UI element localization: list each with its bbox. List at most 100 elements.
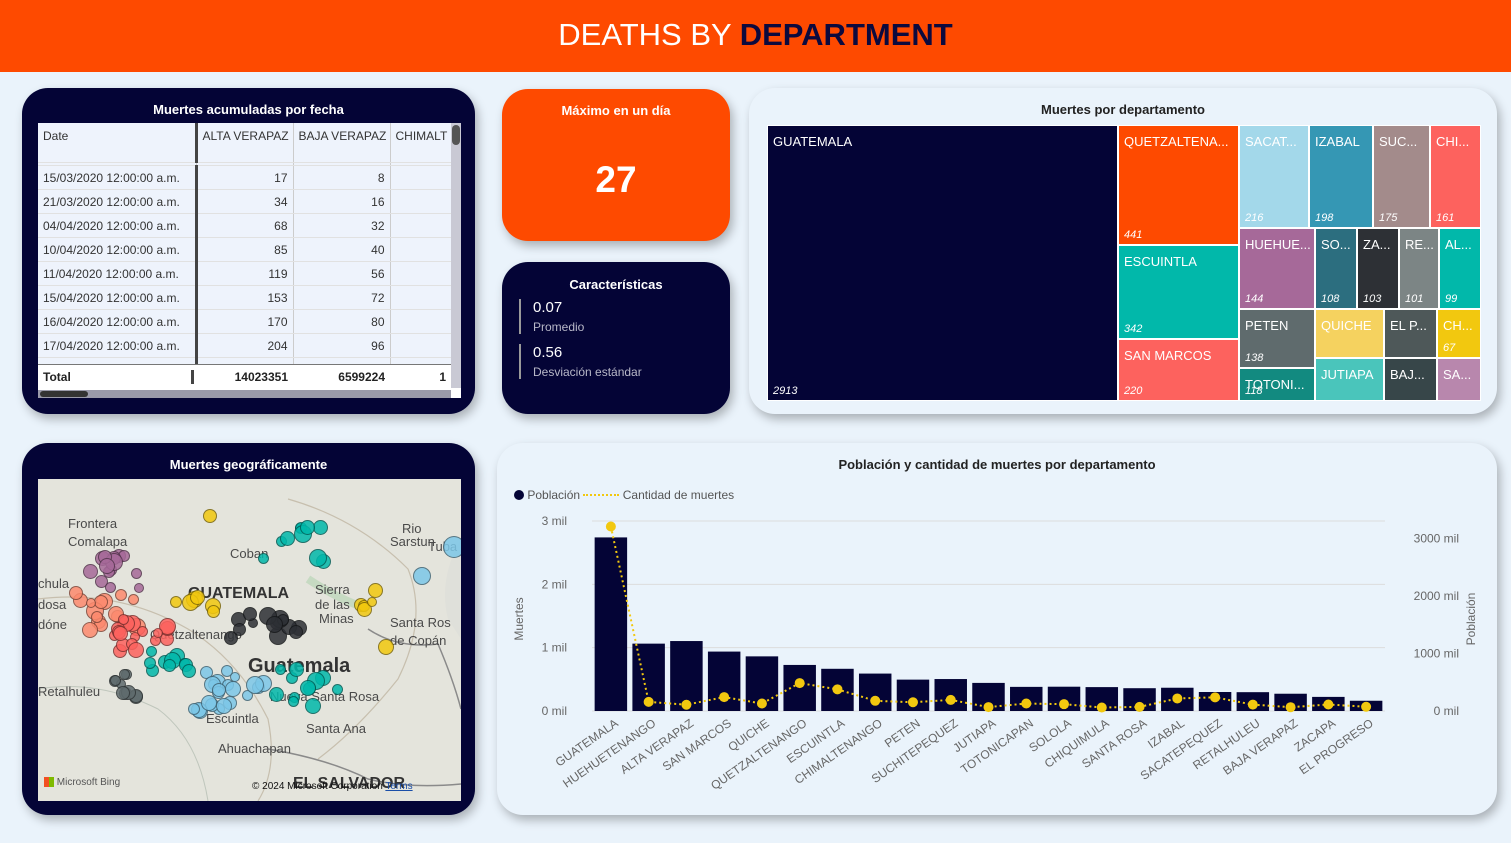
y2-tick-label: 1000 mil [1414,646,1459,660]
treemap-cell[interactable]: EL P... [1384,309,1437,358]
table-vertical-scrollbar[interactable] [451,123,461,388]
y2-tick-label: 3000 mil [1414,531,1459,545]
map-bubble[interactable] [153,628,163,638]
map-bubble[interactable] [212,683,226,697]
treemap-cell[interactable]: ESCUINTLA 342 [1118,245,1239,339]
treemap-cell[interactable]: ZA... 103 [1357,228,1399,309]
map-bubble[interactable] [146,646,157,657]
map-bubble[interactable] [378,639,394,655]
map-bubble[interactable] [190,590,205,605]
treemap-cell[interactable]: JUTIAPA [1315,358,1384,401]
map-bubble[interactable] [128,594,139,605]
map-bubble[interactable] [119,669,130,680]
treemap-cell[interactable]: CHI... 161 [1430,125,1481,228]
map-bubble[interactable] [246,676,264,694]
treemap-cell[interactable]: TOTONI... 118 [1239,368,1315,401]
map-bubble[interactable] [280,531,295,546]
map-bubble[interactable] [275,664,286,675]
map-bubble[interactable] [258,553,269,564]
map-bubble[interactable] [163,659,176,672]
treemap-cell[interactable]: PETEN 138 [1239,309,1315,368]
table-horizontal-scrollbar[interactable] [38,390,451,398]
map-bubble[interactable] [137,626,148,637]
deaths-point [1361,701,1372,712]
table-horizontal-scroll-thumb[interactable] [40,391,88,397]
map-bubble[interactable] [413,567,431,585]
map-bubble[interactable] [289,662,304,677]
map-bubble[interactable] [332,684,343,695]
map-bubble[interactable] [309,549,327,567]
treemap-cell[interactable]: SAN MARCOS 220 [1118,339,1239,401]
map-bubble[interactable] [225,681,241,697]
table-header-row: Date ALTA VERAPAZ BAJA VERAPAZ CHIMALT [38,123,461,163]
map-bubble[interactable] [313,520,328,535]
stat-stddev: 0.56 Desviación estándar [519,344,723,379]
treemap-cell[interactable]: SA... [1437,358,1481,401]
treemap-cell[interactable]: QUICHE [1315,309,1384,358]
map-bubble[interactable] [188,703,200,715]
table-vertical-scroll-thumb[interactable] [452,125,460,145]
map-bubble[interactable] [128,642,144,658]
map-bubble[interactable] [83,564,98,579]
map-bubble[interactable] [289,625,303,639]
map-bubble[interactable] [201,695,217,711]
map-bubble[interactable] [94,595,108,609]
map-bubble[interactable] [170,596,182,608]
y-tick-label: 3 mil [542,514,567,528]
map-bubble[interactable] [443,536,461,558]
map-bubble[interactable] [266,616,283,633]
column-header[interactable]: Date [38,123,198,163]
column-header[interactable]: BAJA VERAPAZ [293,123,391,163]
map-bubble[interactable] [118,614,129,625]
bing-map[interactable]: Frontera Comalapa Coban GUATEMALA Sierra de l… [38,479,461,801]
map-bubble[interactable] [216,698,232,714]
treemap-cell[interactable]: GUATEMALA 2913 [767,125,1118,401]
treemap-cell[interactable]: SUC... 175 [1373,125,1430,228]
map-bubble[interactable] [115,589,127,601]
table-cell: 40 [293,237,391,262]
treemap-cell[interactable]: QUETZALTENA... 441 [1118,125,1239,245]
terms-link[interactable]: Terms [385,781,412,792]
map-bubble[interactable] [300,520,315,535]
treemap-cell[interactable]: IZABAL 198 [1309,125,1373,228]
deaths-treemap[interactable]: GUATEMALA 2913 QUETZALTENA... 441 SACAT... 21… [767,125,1481,401]
treemap-cell[interactable]: HUEHUE... 144 [1239,228,1315,309]
treemap-cell[interactable]: SACAT... 216 [1239,125,1309,228]
map-bubble[interactable] [300,680,316,696]
map-bubble[interactable] [99,558,115,574]
treemap-cell[interactable]: AL... 99 [1439,228,1481,309]
map-bubble[interactable] [207,605,220,618]
map-bubble[interactable] [305,698,321,714]
deaths-point [719,692,730,703]
map-bubble[interactable] [116,686,130,700]
map-bubble[interactable] [182,664,196,678]
map-bubble[interactable] [134,583,144,593]
treemap-cell[interactable]: RE... 101 [1399,228,1439,309]
treemap-cell[interactable]: CH... 67 [1437,309,1481,358]
map-bubble[interactable] [367,597,377,607]
map-bubble[interactable] [91,611,103,623]
map-bubble[interactable] [131,568,142,579]
treemap-cell[interactable]: BAJ... [1384,358,1437,401]
map-bubble[interactable] [113,626,128,641]
map-bubble[interactable] [82,622,98,638]
map-bubble[interactable] [105,582,116,593]
treemap-cell-label: SA... [1443,367,1472,382]
map-bubble[interactable] [288,696,299,707]
map-bubble[interactable] [203,509,217,523]
treemap-cell[interactable]: SO... 108 [1315,228,1357,309]
map-bubble[interactable] [86,598,96,608]
deaths-point [643,696,654,707]
map-bubble[interactable] [243,607,257,621]
map-bubble[interactable] [69,586,83,600]
map-bubble[interactable] [230,672,240,682]
bing-logo: Microsoft Bing [44,777,120,788]
column-header[interactable]: ALTA VERAPAZ [196,123,294,163]
combo-chart-svg[interactable]: 0 mil 1 mil 2 mil 3 mil 0 mil 1000 mil 2000 mi… [497,443,1497,815]
map-bubble[interactable] [233,623,246,636]
cumulative-deaths-table[interactable]: Date ALTA VERAPAZ BAJA VERAPAZ CHIMALT 15/0… [38,123,461,398]
map-bubble[interactable] [269,687,284,702]
treemap-cell-label: GUATEMALA [773,134,853,149]
map-bubble[interactable] [144,657,156,669]
map-bubble[interactable] [368,583,383,598]
